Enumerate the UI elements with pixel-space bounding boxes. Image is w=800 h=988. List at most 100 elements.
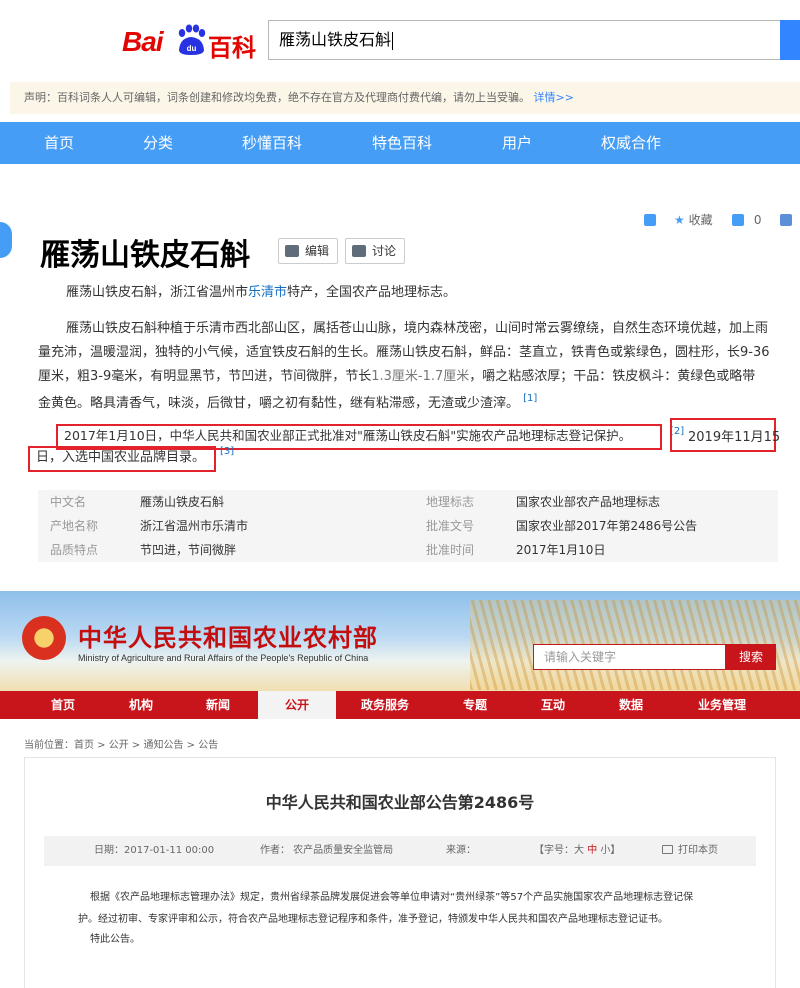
info-key: 批准文号 [426, 519, 475, 533]
font-size-label: 【字号： [534, 845, 574, 856]
publish-date: 日期：2017-01-11 00:00 [94, 845, 215, 856]
disclaimer-notice: 声明：百科词条人人可编辑，词条创建和修改均免费，绝不存在官方及代理商付费代编，请… [10, 82, 800, 114]
like-count: 0 [753, 213, 762, 227]
info-key: 品质特点 [50, 543, 99, 557]
breadcrumb: 当前位置：首页 > 公开 > 通知公告 > 公告 [24, 740, 219, 751]
reference-3-link[interactable]: [3] [220, 446, 234, 457]
pencil-icon [285, 245, 299, 257]
announcement-meta-bar: 日期：2017-01-11 00:00 作者： 农产品质量安全监管局 来源： 【… [44, 836, 756, 866]
body-line-1: 雁荡山铁皮石斛种植于乐清市西北部山区，属括苍山山脉，境内森林茂密，山间时常云雾缭… [66, 321, 769, 336]
announcement-body-line-3: 特此公告。 [90, 934, 140, 945]
info-value: 国家农业部农产品地理标志 [516, 495, 661, 509]
logo-baike-text: 百科 [208, 34, 256, 62]
printer-icon [662, 845, 673, 854]
print-button[interactable]: 打印本页 [662, 836, 718, 866]
info-row: 产地名称 浙江省温州市乐清市 批准文号 国家农业部2017年第2486号公告 [38, 514, 778, 538]
yueqing-link[interactable]: 乐清市 [248, 285, 287, 300]
moa-nav-interaction[interactable]: 互动 [528, 691, 578, 719]
article-tools: ★ 收藏 0 [640, 212, 794, 228]
moa-nav-news[interactable]: 新闻 [193, 691, 243, 719]
collect-button[interactable]: ★ 收藏 [674, 212, 713, 228]
info-key: 产地名称 [50, 519, 99, 533]
moa-nav-institutions[interactable]: 机构 [116, 691, 166, 719]
info-value: 2017年1月10日 [516, 543, 606, 557]
body-line-3b: 1.3厘米-1.7厘米 [371, 369, 470, 384]
nav-item-authority[interactable]: 权威合作 [601, 122, 661, 164]
search-button[interactable] [780, 20, 800, 60]
info-value: 节凹进，节间微胖 [140, 543, 237, 557]
logo-du-text: du [187, 44, 197, 53]
body-line-4: 金黄色。略具清香气，味淡，后微甘，嚼之初有黏性，继有粘滞感，无渣或少渣滓。 [1… [38, 388, 790, 415]
baidu-baike-logo[interactable]: Bai du 百科 [122, 16, 272, 62]
discuss-button[interactable]: 讨论 [345, 238, 406, 264]
highlight-date-text: 2019年11月15 [688, 430, 781, 445]
baike-main-nav: 首页 分类 秒懂百科 特色百科 用户 权威合作 [0, 122, 800, 164]
search-input-value: 雁荡山铁皮石斛 [279, 30, 392, 49]
info-value: 浙江省温州市乐清市 [140, 519, 249, 533]
page-title: 雁荡山铁皮石斛 [40, 238, 250, 273]
info-value: 雁荡山铁皮石斛 [140, 495, 225, 509]
nav-item-home[interactable]: 首页 [44, 122, 74, 164]
moa-nav-home[interactable]: 首页 [38, 691, 88, 719]
text-caret [392, 31, 394, 50]
ministry-search-button[interactable]: 搜索 [726, 644, 776, 670]
moa-nav-topics[interactable]: 专题 [450, 691, 500, 719]
moa-nav-public[interactable]: 公开 [258, 691, 336, 719]
edit-button-label: 编辑 [305, 244, 330, 258]
info-value: 国家农业部2017年第2486号公告 [516, 519, 698, 533]
font-size-medium[interactable]: 中 [587, 845, 597, 856]
announcement-body-line-1: 根据《农产品地理标志管理办法》规定，贵州省绿茶品牌发展促进会等单位申请对“贵州绿… [90, 892, 694, 903]
font-size-end: 】 [610, 845, 621, 856]
intro-text-pre: 雁荡山铁皮石斛，浙江省温州市 [66, 285, 249, 300]
info-row: 中文名 雁荡山铁皮石斛 地理标志 国家农业部农产品地理标志 [38, 490, 778, 514]
notice-text: 声明：百科词条人人可编辑，词条创建和修改均免费，绝不存在官方及代理商付费代编，请… [24, 91, 530, 104]
chat-icon [352, 245, 366, 257]
body-line-3a: 厘米，粗3-9毫米，有明显黑节，节凹进，节间微胖，节长 [38, 369, 372, 384]
font-size-control: 【字号：大 中 小】 [534, 836, 620, 866]
body-line-3c: ，嚼之粘感浓厚；干品：铁皮枫斗：黄绿色或略带 [469, 369, 756, 384]
nav-item-feature-baike[interactable]: 特色百科 [372, 122, 432, 164]
font-size-large[interactable]: 大 [574, 845, 584, 856]
print-label: 打印本页 [678, 845, 718, 856]
national-emblem-icon [22, 616, 66, 660]
like-button[interactable]: 0 [732, 212, 761, 228]
body-line-2: 量充沛，温暖湿润，独特的小气候，适宜铁皮石斛的生长。雁荡山铁皮石斛，鲜品：茎直立… [38, 345, 770, 360]
nav-item-video-baike[interactable]: 秒懂百科 [242, 122, 302, 164]
moa-nav-services[interactable]: 政务服务 [352, 691, 418, 719]
author: 作者： 农产品质量安全监管局 [260, 845, 394, 856]
notice-details-link[interactable]: 详情>> [534, 91, 574, 104]
source: 来源： [446, 845, 476, 856]
info-row: 品质特点 节凹进，节间微胖 批准时间 2017年1月10日 [38, 538, 778, 562]
ministry-title: 中华人民共和国农业农村部 [78, 624, 378, 652]
ministry-nav: 首页 机构 新闻 公开 政务服务 专题 互动 数据 业务管理 [0, 691, 800, 719]
info-key: 中文名 [50, 495, 87, 509]
edit-button[interactable]: 编辑 [278, 238, 339, 264]
add-icon[interactable] [644, 212, 656, 228]
intro-paragraph: 雁荡山铁皮石斛，浙江省温州市乐清市特产，全国农产品地理标志。 [38, 282, 790, 304]
collect-label: 收藏 [688, 213, 713, 227]
highlight-approval-text: 2017年1月10日，中华人民共和国农业部正式批准对"雁荡山铁皮石斛"实施农产品… [64, 428, 632, 443]
moa-nav-business[interactable]: 业务管理 [684, 691, 760, 719]
share-icon[interactable] [780, 212, 792, 228]
nav-item-user[interactable]: 用户 [502, 122, 532, 164]
reference-1-link[interactable]: [1] [523, 393, 537, 404]
nav-item-category[interactable]: 分类 [143, 122, 173, 164]
thumbs-up-icon [732, 214, 744, 226]
screenshot-composite: Bai du 百科 雁荡山铁皮石斛 声明：百科词条人人可编辑，词条创建和修改均免… [0, 0, 800, 988]
discuss-button-label: 讨论 [372, 244, 397, 258]
ministry-search-input[interactable]: 请输入关键字 [533, 644, 726, 670]
logo-bai-text: Bai [122, 26, 164, 57]
announcement-title: 中华人民共和国农业部公告第2486号 [265, 793, 535, 812]
highlight-brand-text: 日，入选中国农业品牌目录。 [36, 450, 206, 465]
font-size-small[interactable]: 小 [600, 845, 610, 856]
body-line-3: 厘米，粗3-9毫米，有明显黑节，节凹进，节间微胖，节长1.3厘米-1.7厘米，嚼… [38, 366, 790, 388]
search-input[interactable]: 雁荡山铁皮石斛 [268, 20, 782, 60]
info-key: 地理标志 [426, 495, 475, 509]
star-icon: ★ [674, 213, 685, 227]
announcement-body-line-2: 护。经过初审、专家评审和公示，符合农产品地理标志登记程序和条件，准予登记，特颁发… [78, 914, 668, 925]
moa-nav-data[interactable]: 数据 [606, 691, 656, 719]
ministry-english-name: Ministry of Agriculture and Rural Affair… [78, 653, 369, 663]
body-line-4-text: 金黄色。略具清香气，味淡，后微甘，嚼之初有黏性，继有粘滞感，无渣或少渣滓。 [38, 396, 520, 411]
intro-text-post: 特产，全国农产品地理标志。 [287, 285, 457, 300]
paw-logo-icon: du [178, 24, 206, 55]
